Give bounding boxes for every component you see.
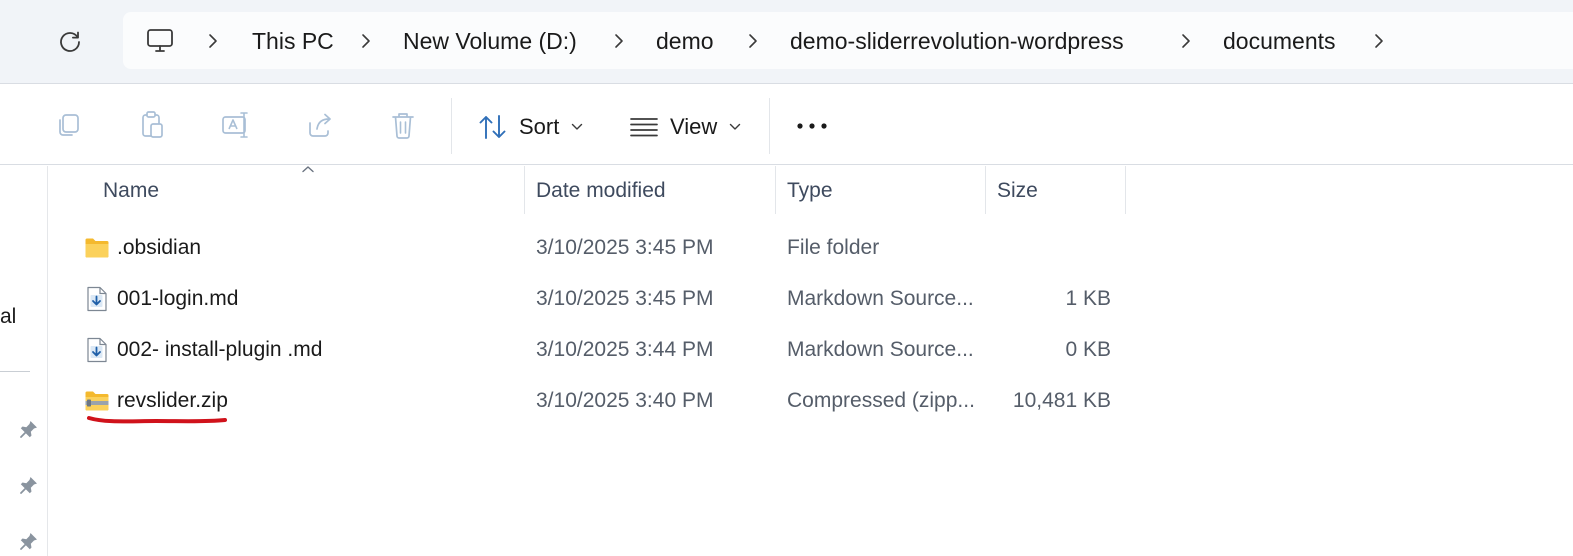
nav-divider [0, 371, 30, 372]
column-header-date-modified[interactable]: Date modified [536, 166, 666, 216]
column-divider[interactable] [985, 166, 986, 214]
column-divider[interactable] [775, 166, 776, 214]
breadcrumb-demo-sliderrevolution-wordpress[interactable]: demo-sliderrevolution-wordpress [790, 26, 1124, 56]
file-size: 10,481 KB [1012, 389, 1111, 412]
delete-icon[interactable] [385, 107, 421, 143]
breadcrumb-new-volume[interactable]: New Volume (D:) [403, 26, 577, 56]
file-size: 0 KB [1065, 338, 1111, 361]
sort-icon [477, 112, 509, 142]
file-name-cell: 001-login.md [84, 274, 238, 324]
column-header-row: Name Date modified Type Size [48, 166, 1126, 216]
breadcrumb[interactable]: This PC New Volume (D:) demo demo-slider… [123, 12, 1573, 69]
chevron-right-icon[interactable] [611, 30, 627, 52]
refresh-icon[interactable] [52, 24, 88, 60]
folder-icon [84, 235, 110, 261]
view-button[interactable]: View [628, 107, 741, 147]
command-separator [769, 98, 770, 154]
sort-label: Sort [519, 114, 560, 139]
file-name-cell: .obsidian [84, 223, 201, 273]
chevron-down-icon [571, 123, 583, 131]
address-bar-strip: This PC New Volume (D:) demo demo-slider… [0, 0, 1573, 84]
column-divider[interactable] [1125, 166, 1126, 214]
file-name[interactable]: 001-login.md [117, 287, 238, 311]
navigation-pane[interactable]: al [0, 166, 48, 556]
file-type: Markdown Source... [787, 287, 974, 310]
markdown-file-icon [84, 337, 110, 363]
chevron-right-icon[interactable] [1371, 30, 1387, 52]
file-name-cell: 002- install-plugin .md [84, 325, 322, 375]
pin-icon[interactable] [16, 472, 42, 498]
file-date: 3/10/2025 3:40 PM [536, 389, 714, 412]
pin-icon[interactable] [16, 528, 42, 554]
view-label: View [670, 114, 718, 139]
paste-icon[interactable] [134, 107, 170, 143]
column-header-size[interactable]: Size [997, 166, 1038, 216]
column-divider[interactable] [524, 166, 525, 214]
nav-item-label[interactable]: al [0, 305, 16, 329]
chevron-right-icon[interactable] [358, 30, 374, 52]
chevron-right-icon[interactable] [205, 30, 221, 52]
chevron-down-icon [729, 123, 741, 131]
column-header-name[interactable]: Name [103, 166, 159, 216]
annotation-underline [86, 410, 228, 426]
file-date: 3/10/2025 3:45 PM [536, 236, 714, 259]
share-icon[interactable] [302, 107, 338, 143]
file-type: Compressed (zipp... [787, 389, 975, 412]
chevron-right-icon[interactable] [745, 30, 761, 52]
copy-icon[interactable] [50, 107, 86, 143]
breadcrumb-documents[interactable]: documents [1223, 26, 1336, 56]
file-type: File folder [787, 236, 880, 259]
breadcrumb-demo[interactable]: demo [656, 26, 714, 56]
file-row[interactable]: .obsidian 3/10/2025 3:45 PM File folder [48, 223, 1126, 273]
more-options-icon[interactable] [790, 108, 834, 144]
breadcrumb-this-pc[interactable]: This PC [252, 26, 334, 56]
markdown-file-icon [84, 286, 110, 312]
file-name[interactable]: .obsidian [117, 236, 201, 260]
sort-button[interactable]: Sort [477, 107, 583, 147]
file-row[interactable]: 001-login.md 3/10/2025 3:45 PM Markdown … [48, 274, 1126, 324]
file-type: Markdown Source... [787, 338, 974, 361]
file-size: 1 KB [1065, 287, 1111, 310]
this-pc-icon[interactable] [143, 25, 177, 57]
file-row[interactable]: 002- install-plugin .md 3/10/2025 3:44 P… [48, 325, 1126, 375]
file-name[interactable]: 002- install-plugin .md [117, 338, 322, 362]
command-separator [451, 98, 452, 154]
chevron-right-icon[interactable] [1178, 30, 1194, 52]
command-bar: Sort View [0, 85, 1573, 165]
view-list-icon [628, 115, 660, 139]
column-header-type[interactable]: Type [787, 166, 833, 216]
file-date: 3/10/2025 3:44 PM [536, 338, 714, 361]
pin-icon[interactable] [16, 416, 42, 442]
file-date: 3/10/2025 3:45 PM [536, 287, 714, 310]
rename-icon[interactable] [218, 107, 254, 143]
